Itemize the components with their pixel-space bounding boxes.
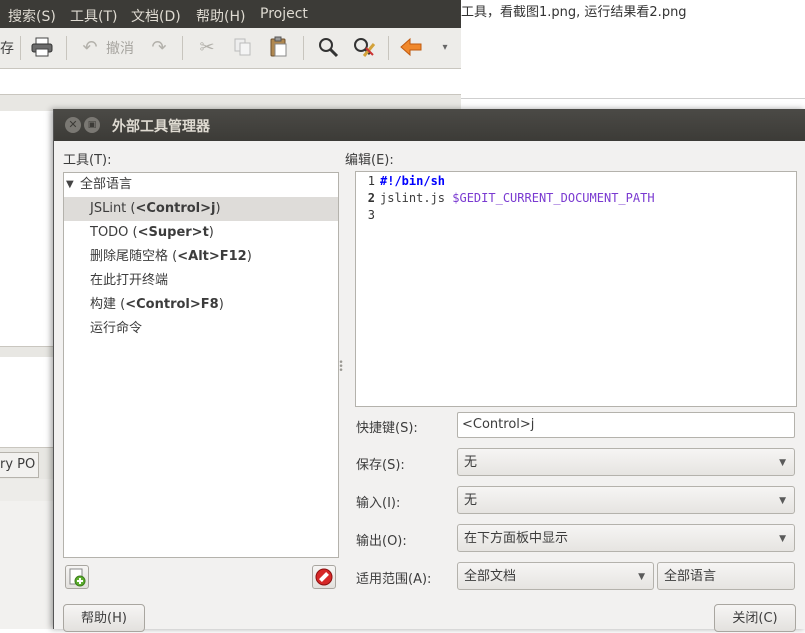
toolbar-separator xyxy=(66,36,67,60)
tool-shortcut: <Control>j xyxy=(135,201,216,216)
applicability-language-combo[interactable]: 全部语言 xyxy=(657,562,795,590)
add-tool-button[interactable] xyxy=(65,565,89,589)
external-tools-dialog: ✕ ▣ 外部工具管理器 工具(T): 编辑(E): ▼ 全部语言 JSLint … xyxy=(53,109,805,632)
tool-name: 构建 xyxy=(90,297,117,312)
toolbar: 存 ↶ 撤消 ↷ ✂ ▾ xyxy=(0,28,461,69)
status-bar xyxy=(0,479,55,502)
tool-shortcut: <Alt>F12 xyxy=(177,249,247,264)
line-number: 1 xyxy=(367,174,375,188)
help-button[interactable]: 帮助(H) xyxy=(63,604,145,632)
bottom-pane-tab-label: ry PO xyxy=(0,457,36,472)
save-button-label[interactable]: 存 xyxy=(0,38,14,58)
save-combo[interactable]: 无 ▼ xyxy=(457,448,795,476)
menu-bar: 搜索(S) 工具(T) 文档(D) 帮助(H) Project xyxy=(0,0,461,28)
toolbar-separator xyxy=(182,36,183,60)
tool-name: TODO xyxy=(90,225,129,240)
tool-item-text: 删除尾随空格 (<Alt>F12) xyxy=(90,249,252,264)
applicability-scope-value: 全部文档 xyxy=(464,569,517,584)
tools-tree: ▼ 全部语言 JSLint (<Control>j) TODO (<Super>… xyxy=(63,172,339,558)
close-button[interactable]: 关闭(C) xyxy=(714,604,796,632)
edit-label: 编辑(E): xyxy=(345,153,394,168)
undo-icon[interactable]: ↶ xyxy=(78,34,102,60)
tree-group-label: 全部语言 xyxy=(80,177,133,192)
redo-icon[interactable]: ↷ xyxy=(146,34,172,60)
code-variable: $GEDIT_CURRENT_DOCUMENT_PATH xyxy=(452,191,655,205)
chevron-down-icon: ▼ xyxy=(638,572,645,582)
close-icon[interactable]: ✕ xyxy=(65,117,81,133)
output-combo[interactable]: 在下方面板中显示 ▼ xyxy=(457,524,795,552)
tool-item-jslint[interactable]: JSLint (<Control>j) xyxy=(64,197,338,221)
tool-name: 删除尾随空格 xyxy=(90,249,169,264)
tool-item-text: 构建 (<Control>F8) xyxy=(90,297,224,312)
chevron-down-icon: ▼ xyxy=(779,534,786,544)
chevron-down-icon: ▼ xyxy=(779,458,786,468)
dialog-title: 外部工具管理器 xyxy=(112,119,210,135)
save-label: 保存(S): xyxy=(356,458,405,473)
tool-name: 在此打开终端 xyxy=(90,273,169,288)
tool-item-open-terminal[interactable]: 在此打开终端 xyxy=(64,269,338,293)
input-combo-value: 无 xyxy=(464,493,478,508)
expander-down-icon[interactable]: ▼ xyxy=(66,173,74,197)
undo-button-label[interactable]: 撤消 xyxy=(106,38,134,58)
menu-help[interactable]: 帮助(H) xyxy=(196,6,245,26)
lower-area xyxy=(0,501,55,629)
document-text-area: 工具，看截图1.png, 运行结果看2.png xyxy=(461,0,805,99)
menu-tools[interactable]: 工具(T) xyxy=(70,6,117,26)
tool-item-run-command[interactable]: 运行命令 xyxy=(64,317,338,341)
copy-icon[interactable] xyxy=(230,34,256,60)
cut-icon[interactable]: ✂ xyxy=(194,34,220,60)
tool-item-text: JSLint (<Control>j) xyxy=(90,201,221,216)
applicability-scope-combo[interactable]: 全部文档 ▼ xyxy=(457,562,654,590)
search-icon[interactable] xyxy=(315,34,341,60)
applicability-label: 适用范围(A): xyxy=(356,572,432,587)
shortcut-input[interactable]: <Control>j xyxy=(457,412,795,438)
code-line-2: jslint.js $GEDIT_CURRENT_DOCUMENT_PATH xyxy=(380,191,655,205)
code-command: jslint.js xyxy=(380,191,453,205)
chevron-down-icon: ▼ xyxy=(779,496,786,506)
tools-label: 工具(T): xyxy=(63,153,112,168)
toolbar-separator xyxy=(20,36,21,60)
output-combo-value: 在下方面板中显示 xyxy=(464,531,569,546)
menu-search[interactable]: 搜索(S) xyxy=(8,6,56,26)
line-number: 3 xyxy=(367,208,375,222)
bottom-pane-tab[interactable]: ry PO xyxy=(0,452,39,478)
code-line-1: #!/bin/sh xyxy=(380,174,446,188)
minimize-icon[interactable]: ▣ xyxy=(84,117,100,133)
input-combo[interactable]: 无 ▼ xyxy=(457,486,795,514)
document-text: 工具，看截图1.png, 运行结果看2.png xyxy=(461,5,687,20)
tree-group-all-languages[interactable]: ▼ 全部语言 xyxy=(64,173,338,197)
back-arrow-icon[interactable] xyxy=(398,34,424,60)
find-replace-icon[interactable] xyxy=(351,34,377,60)
remove-tool-button[interactable] xyxy=(312,565,336,589)
line-number-gutter: 1 2 3 xyxy=(356,172,377,406)
tool-item-build[interactable]: 构建 (<Control>F8) xyxy=(64,293,338,317)
command-editor[interactable]: 1 2 3 #!/bin/sh jslint.js $GEDIT_CURRENT… xyxy=(355,171,797,407)
toolbar-separator xyxy=(388,36,389,60)
save-combo-value: 无 xyxy=(464,455,478,470)
pane-resize-handle[interactable]: • • • xyxy=(338,359,344,376)
bottom-pane-tabs: ry PO xyxy=(0,447,55,480)
tool-item-remove-trailing-spaces[interactable]: 删除尾随空格 (<Alt>F12) xyxy=(64,245,338,269)
paste-icon[interactable] xyxy=(266,34,292,60)
menu-documents[interactable]: 文档(D) xyxy=(131,6,181,26)
editor-area xyxy=(0,111,55,346)
chevron-down-icon[interactable]: ▾ xyxy=(432,34,458,60)
tool-item-text: TODO (<Super>t) xyxy=(90,225,214,240)
menu-project[interactable]: Project xyxy=(260,6,308,22)
dialog-titlebar: ✕ ▣ 外部工具管理器 xyxy=(54,109,805,141)
toolbar-separator xyxy=(303,36,304,60)
output-label: 输出(O): xyxy=(356,534,407,549)
tool-name: 运行命令 xyxy=(90,321,143,336)
input-label: 输入(I): xyxy=(356,496,401,511)
line-number: 2 xyxy=(367,191,375,205)
tool-item-todo[interactable]: TODO (<Super>t) xyxy=(64,221,338,245)
tool-shortcut: <Control>F8 xyxy=(125,297,219,312)
shortcut-label: 快捷键(S): xyxy=(356,421,418,436)
bottom-pane xyxy=(0,357,55,447)
printer-icon[interactable] xyxy=(29,34,55,60)
tool-shortcut: <Super>t xyxy=(137,225,209,240)
tool-name: JSLint xyxy=(90,201,127,216)
applicability-language-value: 全部语言 xyxy=(664,569,717,584)
